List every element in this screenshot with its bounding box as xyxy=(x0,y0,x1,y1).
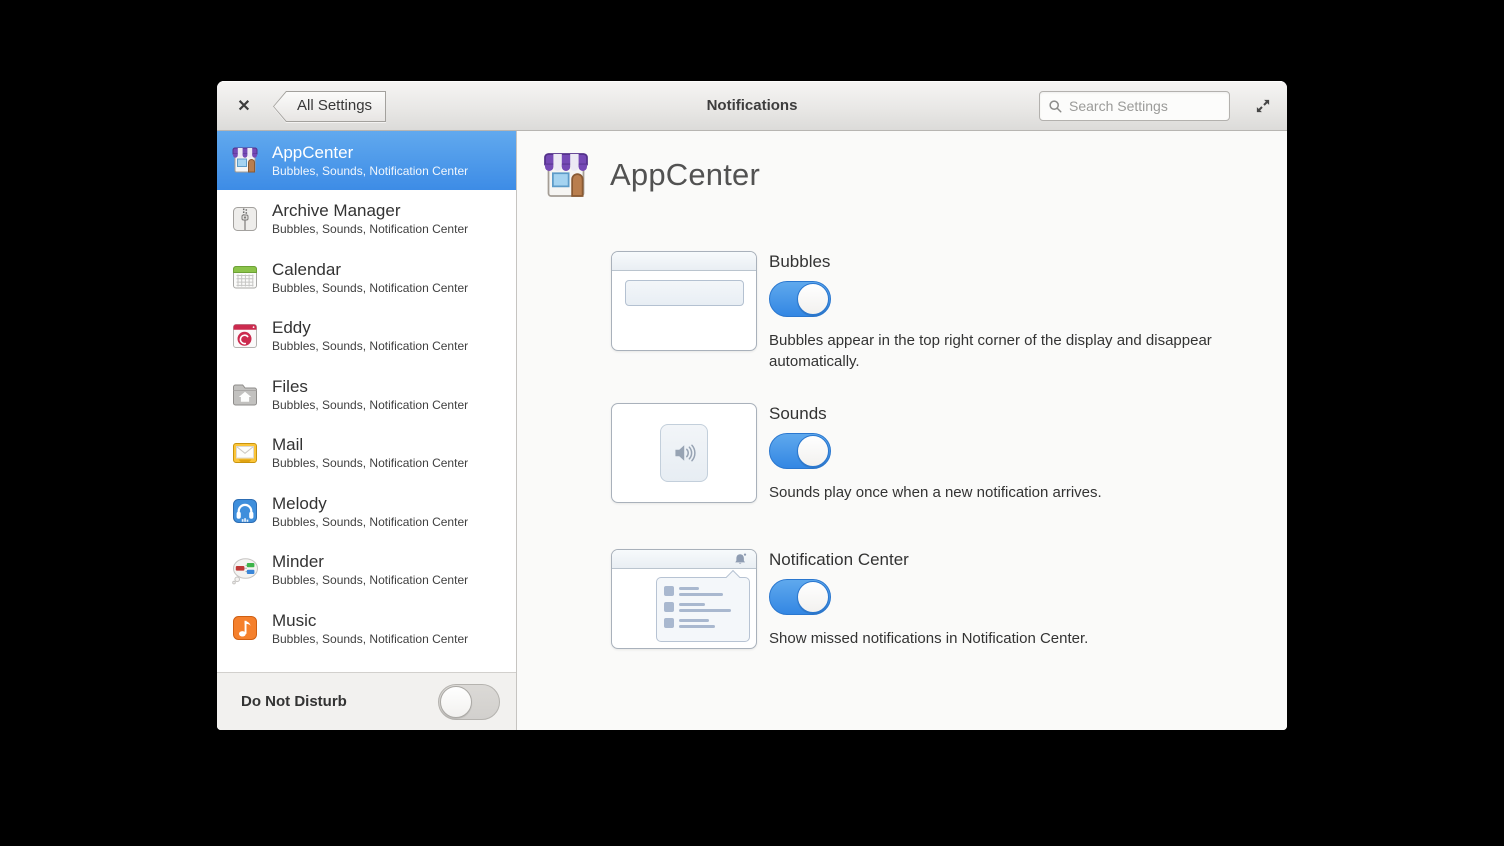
close-button[interactable]: ✕ xyxy=(230,81,258,131)
app-item-label: Minder xyxy=(272,551,468,572)
notification-center-illustration xyxy=(611,549,757,649)
toggle-knob xyxy=(797,283,829,315)
app-page-title: AppCenter xyxy=(610,157,760,193)
bubbles-title: Bubbles xyxy=(769,251,830,273)
sidebar-item-minder[interactable]: Minder Bubbles, Sounds, Notification Cen… xyxy=(217,541,516,600)
files-icon xyxy=(229,378,261,410)
music-icon xyxy=(229,612,261,644)
sidebar-item-melody[interactable]: Melody Bubbles, Sounds, Notification Cen… xyxy=(217,482,516,541)
appcenter-icon xyxy=(538,147,594,203)
all-settings-back-button[interactable]: All Settings xyxy=(273,91,386,122)
bubbles-setting: Bubbles Bubbles appear in the top right … xyxy=(611,251,1236,372)
app-item-sublabel: Bubbles, Sounds, Notification Center xyxy=(272,514,468,530)
app-item-sublabel: Bubbles, Sounds, Notification Center xyxy=(272,455,468,471)
close-icon: ✕ xyxy=(237,96,250,116)
illustration-titlebar xyxy=(612,252,756,271)
sidebar-item-music[interactable]: Music Bubbles, Sounds, Notification Cent… xyxy=(217,599,516,658)
app-item-sublabel: Bubbles, Sounds, Notification Center xyxy=(272,163,468,179)
app-item-label: AppCenter xyxy=(272,142,468,163)
sidebar: AppCenter Bubbles, Sounds, Notification … xyxy=(217,131,517,730)
sidebar-item-appcenter[interactable]: AppCenter Bubbles, Sounds, Notification … xyxy=(217,131,516,190)
search-icon xyxy=(1048,99,1063,114)
sounds-setting: Sounds Sounds play once when a new notif… xyxy=(611,403,1102,503)
app-item-sublabel: Bubbles, Sounds, Notification Center xyxy=(272,631,468,647)
illustration-titlebar xyxy=(612,550,756,569)
speaker-icon xyxy=(669,438,699,468)
calendar-icon xyxy=(229,261,261,293)
notification-popover-shape xyxy=(656,577,750,642)
bubbles-toggle[interactable] xyxy=(769,281,831,317)
app-item-sublabel: Bubbles, Sounds, Notification Center xyxy=(272,221,468,237)
app-item-label: Calendar xyxy=(272,259,468,280)
app-item-label: Melody xyxy=(272,493,468,514)
app-item-label: Mail xyxy=(272,434,468,455)
app-item-label: Eddy xyxy=(272,317,468,338)
content-panel: AppCenter Bubbles Bubbles appear in the … xyxy=(517,131,1287,730)
app-item-sublabel: Bubbles, Sounds, Notification Center xyxy=(272,572,468,588)
bubble-shape xyxy=(625,280,744,306)
sound-button-shape xyxy=(660,424,708,482)
notification-center-setting: Notification Center Show missed notifica… xyxy=(611,549,1088,649)
bell-icon xyxy=(733,552,748,567)
popover-caret xyxy=(726,570,740,584)
notification-center-toggle[interactable] xyxy=(769,579,831,615)
search-field[interactable] xyxy=(1039,91,1230,121)
sidebar-item-eddy[interactable]: Eddy Bubbles, Sounds, Notification Cente… xyxy=(217,307,516,366)
app-item-sublabel: Bubbles, Sounds, Notification Center xyxy=(272,338,468,354)
sounds-illustration xyxy=(611,403,757,503)
app-item-sublabel: Bubbles, Sounds, Notification Center xyxy=(272,280,468,296)
melody-icon xyxy=(229,495,261,527)
app-list: AppCenter Bubbles, Sounds, Notification … xyxy=(217,131,516,672)
appcenter-icon xyxy=(229,144,261,176)
bubbles-illustration xyxy=(611,251,757,351)
notification-center-title: Notification Center xyxy=(769,549,909,571)
do-not-disturb-toggle[interactable] xyxy=(438,684,500,720)
sounds-toggle[interactable] xyxy=(769,433,831,469)
app-item-sublabel: Bubbles, Sounds, Notification Center xyxy=(272,397,468,413)
do-not-disturb-label: Do Not Disturb xyxy=(241,693,347,710)
do-not-disturb-bar: Do Not Disturb xyxy=(217,672,516,730)
expand-icon xyxy=(1254,97,1272,115)
headerbar: ✕ All Settings Notifications xyxy=(217,81,1287,131)
minder-icon xyxy=(229,554,261,586)
maximize-button[interactable] xyxy=(1251,94,1275,118)
toggle-knob xyxy=(797,435,829,467)
notification-center-description: Show missed notifications in Notificatio… xyxy=(769,628,1088,649)
sidebar-item-files[interactable]: Files Bubbles, Sounds, Notification Cent… xyxy=(217,365,516,424)
toggle-knob xyxy=(797,581,829,613)
app-item-label: Music xyxy=(272,610,468,631)
sidebar-item-archive-manager[interactable]: Archive Manager Bubbles, Sounds, Notific… xyxy=(217,190,516,249)
archive-manager-icon xyxy=(229,203,261,235)
toggle-knob xyxy=(440,686,472,718)
sounds-description: Sounds play once when a new notification… xyxy=(769,482,1102,503)
content-header: AppCenter xyxy=(538,147,760,203)
sounds-title: Sounds xyxy=(769,403,827,425)
bubbles-description: Bubbles appear in the top right corner o… xyxy=(769,330,1236,372)
back-button-label: All Settings xyxy=(273,91,386,120)
app-item-label: Files xyxy=(272,376,468,397)
mail-icon xyxy=(229,437,261,469)
app-item-label: Archive Manager xyxy=(272,200,468,221)
eddy-icon xyxy=(229,320,261,352)
sidebar-item-calendar[interactable]: Calendar Bubbles, Sounds, Notification C… xyxy=(217,248,516,307)
search-input[interactable] xyxy=(1069,98,1250,114)
sidebar-item-mail[interactable]: Mail Bubbles, Sounds, Notification Cente… xyxy=(217,424,516,483)
settings-window: ✕ All Settings Notifications xyxy=(217,81,1287,730)
